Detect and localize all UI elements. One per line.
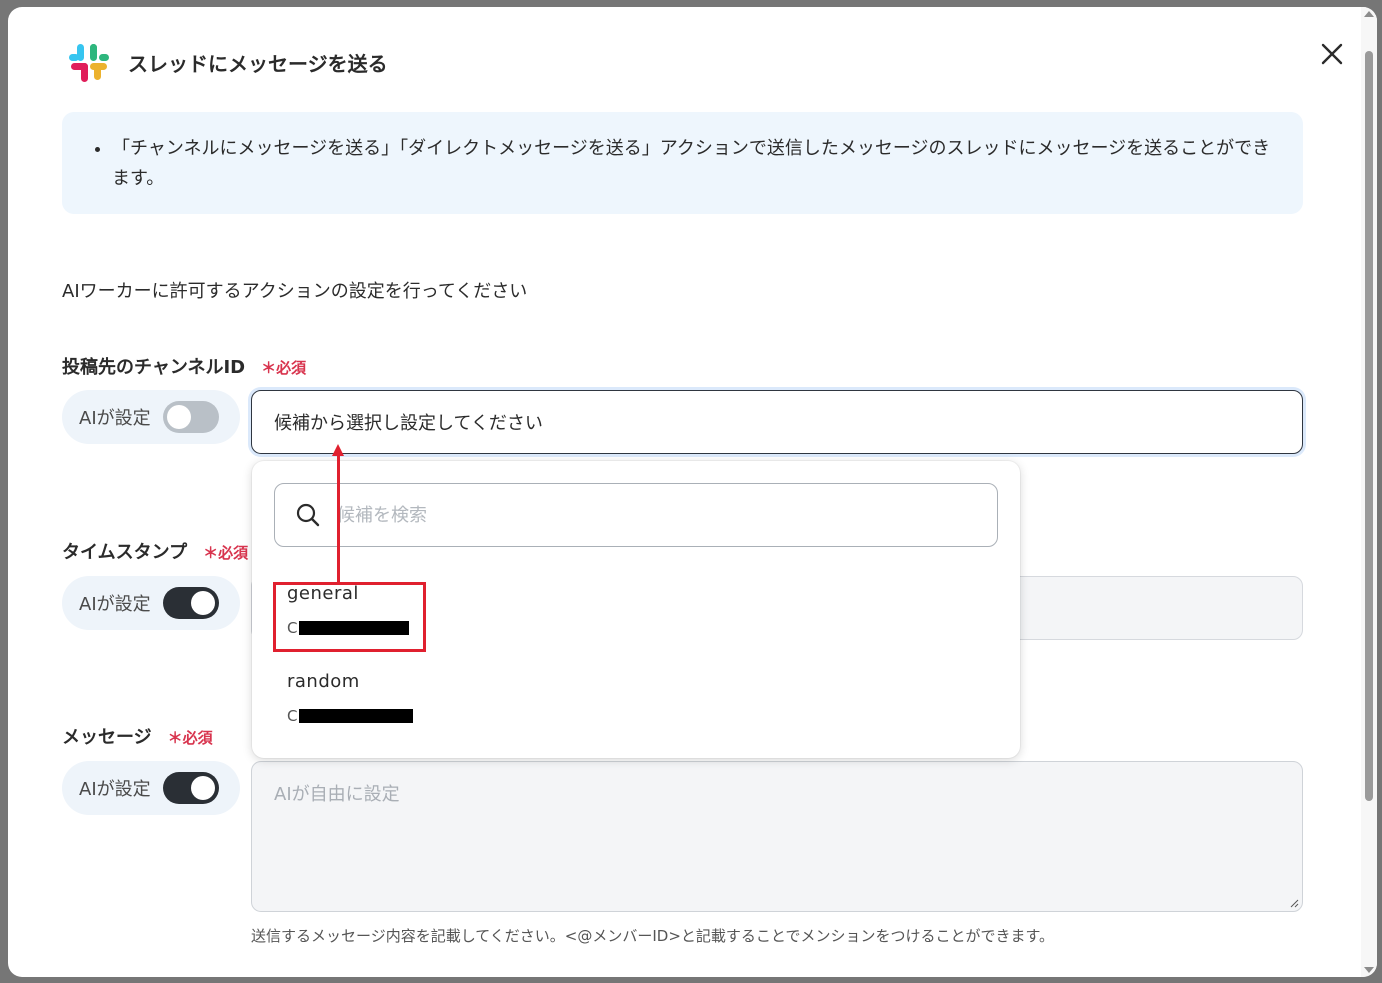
message-required-badge: ＊必須 — [167, 729, 213, 747]
search-icon — [296, 503, 320, 527]
close-icon — [1321, 43, 1343, 65]
option-id: C — [287, 707, 414, 725]
info-box: 「チャンネルにメッセージを送る」「ダイレクトメッセージを送る」アクションで送信し… — [62, 112, 1303, 214]
info-text: 「チャンネルにメッセージを送る」「ダイレクトメッセージを送る」アクションで送信し… — [112, 134, 1273, 194]
dropdown-option-general[interactable]: general C — [274, 575, 998, 655]
switch-knob — [166, 405, 191, 429]
channel-select-value: 候補から選択し設定してください — [274, 413, 543, 434]
channel-ai-toggle-label: AIが設定 — [79, 408, 151, 429]
close-button[interactable] — [1317, 39, 1347, 69]
channel-field-label: 投稿先のチャンネルID ＊必須 — [62, 353, 306, 379]
channel-dropdown: general C random C — [252, 461, 1020, 758]
message-ai-toggle[interactable]: AIが設定 — [62, 761, 240, 815]
option-name: general — [287, 583, 359, 604]
message-field-label: メッセージ ＊必須 — [62, 723, 213, 749]
channel-label-text: 投稿先のチャンネルID — [62, 357, 246, 378]
channel-required-badge: ＊必須 — [261, 359, 307, 377]
switch-knob — [190, 591, 215, 615]
timestamp-label-text: タイムスタンプ — [62, 542, 188, 563]
redaction-bar — [299, 709, 414, 723]
channel-ai-toggle[interactable]: AIが設定 — [62, 390, 240, 444]
timestamp-ai-switch[interactable] — [162, 587, 219, 619]
annotation-arrow-head — [332, 444, 344, 456]
intro-text: AIワーカーに許可するアクションの設定を行ってください — [62, 281, 528, 302]
dropdown-option-random[interactable]: random C — [274, 663, 998, 743]
option-name: random — [287, 671, 360, 692]
dropdown-search-input[interactable] — [335, 503, 959, 527]
option-id: C — [287, 619, 410, 637]
message-textarea: AIが自由に設定 — [251, 761, 1303, 912]
scrollbar-down-arrow[interactable] — [1364, 967, 1374, 973]
message-ai-toggle-label: AIが設定 — [79, 779, 151, 800]
switch-knob — [190, 776, 215, 800]
timestamp-field-label: タイムスタンプ ＊必須 — [62, 538, 248, 564]
timestamp-required-badge: ＊必須 — [203, 544, 249, 562]
timestamp-ai-toggle-label: AIが設定 — [79, 594, 151, 615]
slack-logo-icon — [69, 44, 109, 82]
scrollbar[interactable] — [1361, 7, 1377, 977]
resize-grip-icon — [1290, 899, 1299, 908]
channel-ai-switch[interactable] — [162, 401, 219, 433]
modal-dialog: スレッドにメッセージを送る 「チャンネルにメッセージを送る」「ダイレクトメッセー… — [8, 7, 1377, 977]
annotation-arrow-line — [337, 454, 340, 582]
option-id-prefix: C — [287, 707, 298, 725]
scrollbar-thumb[interactable] — [1365, 51, 1373, 801]
message-placeholder: AIが自由に設定 — [274, 784, 400, 805]
scrollbar-up-arrow[interactable] — [1364, 11, 1374, 17]
message-label-text: メッセージ — [62, 727, 152, 748]
message-help-text: 送信するメッセージ内容を記載してください。<@メンバーID>と記載することでメン… — [251, 927, 1054, 945]
dropdown-search[interactable] — [274, 483, 998, 547]
redaction-bar — [299, 621, 410, 635]
option-id-prefix: C — [287, 619, 298, 637]
message-ai-switch[interactable] — [162, 772, 219, 804]
channel-select[interactable]: 候補から選択し設定してください — [251, 390, 1303, 454]
modal-header: スレッドにメッセージを送る — [68, 40, 388, 84]
modal-title: スレッドにメッセージを送る — [128, 51, 388, 76]
timestamp-ai-toggle[interactable]: AIが設定 — [62, 576, 240, 630]
